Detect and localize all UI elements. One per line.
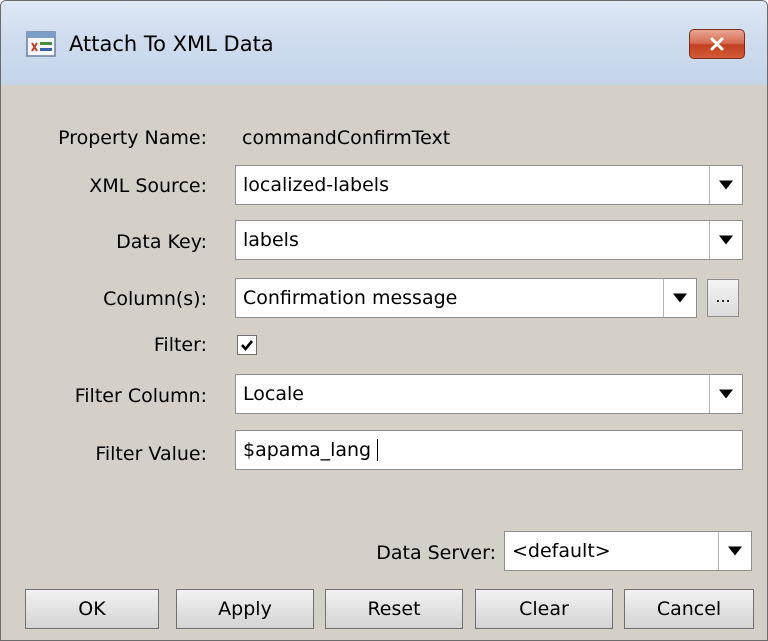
- window-title: Attach To XML Data: [69, 32, 274, 56]
- cancel-button[interactable]: Cancel: [624, 589, 754, 629]
- xml-source-dropdown-button[interactable]: [709, 166, 742, 204]
- chevron-down-icon: [719, 389, 733, 399]
- data-key-select[interactable]: labels: [235, 220, 743, 260]
- filter-value-label: Filter Value:: [95, 443, 207, 465]
- close-icon: [710, 37, 724, 51]
- apply-button[interactable]: Apply: [176, 589, 314, 629]
- app-window-icon: [26, 29, 56, 59]
- reset-button[interactable]: Reset: [325, 589, 463, 629]
- text-caret: [377, 439, 378, 461]
- filter-column-label: Filter Column:: [74, 385, 207, 407]
- filter-checkbox[interactable]: [237, 335, 257, 355]
- data-key-dropdown-button[interactable]: [709, 221, 742, 259]
- data-server-dropdown-button[interactable]: [718, 532, 751, 570]
- ok-button[interactable]: OK: [25, 589, 159, 629]
- data-server-label: Data Server:: [376, 542, 496, 564]
- data-key-label: Data Key:: [116, 231, 207, 253]
- property-name-value: commandConfirmText: [242, 127, 451, 149]
- columns-browse-button[interactable]: ...: [707, 279, 739, 317]
- xml-source-label: XML Source:: [89, 175, 207, 197]
- columns-select[interactable]: Confirmation message: [235, 278, 697, 318]
- data-server-value: <default>: [512, 540, 611, 562]
- data-key-value: labels: [243, 229, 299, 251]
- close-button[interactable]: [689, 29, 745, 59]
- chevron-down-icon: [719, 235, 733, 245]
- xml-source-select[interactable]: localized-labels: [235, 165, 743, 205]
- filter-value-input[interactable]: $apama_lang: [235, 430, 743, 470]
- filter-column-select[interactable]: Locale: [235, 374, 743, 414]
- property-name-label: Property Name:: [58, 127, 207, 149]
- columns-value: Confirmation message: [243, 287, 458, 309]
- filter-column-value: Locale: [243, 383, 304, 405]
- columns-dropdown-button[interactable]: [663, 279, 696, 317]
- filter-label: Filter:: [153, 334, 207, 356]
- columns-label: Column(s):: [103, 288, 207, 310]
- title-bar[interactable]: Attach To XML Data: [1, 1, 767, 85]
- data-server-select[interactable]: <default>: [504, 531, 752, 571]
- attach-xml-dialog: Attach To XML Data Property Name: comman…: [0, 0, 768, 641]
- clear-button[interactable]: Clear: [475, 589, 613, 629]
- filter-value-text: $apama_lang: [243, 439, 372, 461]
- chevron-down-icon: [728, 546, 742, 556]
- chevron-down-icon: [673, 293, 687, 303]
- checkmark-icon: [241, 340, 254, 352]
- filter-column-dropdown-button[interactable]: [709, 375, 742, 413]
- chevron-down-icon: [719, 180, 733, 190]
- xml-source-value: localized-labels: [243, 174, 389, 196]
